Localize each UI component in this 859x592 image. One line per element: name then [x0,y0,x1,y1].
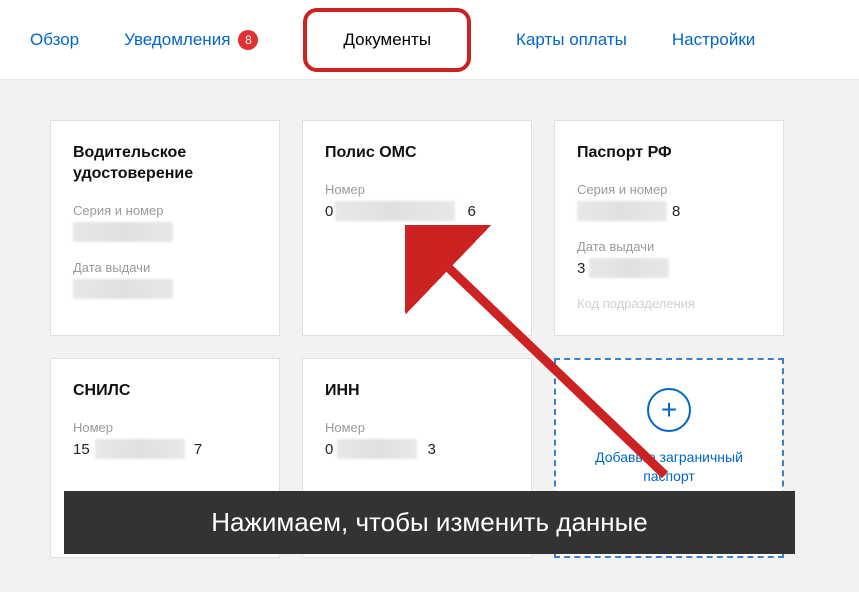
field-value: 0 3 [325,441,509,459]
card-title: ИНН [325,381,509,402]
field-value [73,224,257,242]
plus-icon: + [647,388,691,432]
card-inn[interactable]: ИНН Номер 0 3 [302,358,532,558]
blurred-value [73,222,173,242]
field-label: Номер [325,182,509,197]
tab-notifications-label: Уведомления [124,30,230,50]
field-label: Серия и номер [73,203,257,218]
field-label: Дата выдачи [577,239,761,254]
tab-documents[interactable]: Документы [303,8,471,72]
card-title: Водительское удостоверение [73,143,257,185]
blurred-value [589,258,669,278]
field-value: 3 [577,260,761,278]
field-label: Номер [325,420,509,435]
blurred-value [335,201,455,221]
tabs-nav: Обзор Уведомления 8 Документы Карты опла… [0,0,859,80]
field-label: Серия и номер [577,182,761,197]
card-title: Паспорт РФ [577,143,761,164]
value-end: 7 [194,441,202,458]
value-end: 6 [468,203,476,220]
card-oms[interactable]: Полис ОМС Номер 0 6 [302,120,532,336]
blurred-value [95,439,185,459]
field-value: 15 7 [73,441,257,459]
field-label: Номер [73,420,257,435]
field-value: 8 [577,203,761,221]
value-end: 3 [428,441,436,458]
field-label: Дата выдачи [73,260,257,275]
card-drivers-license[interactable]: Водительское удостоверение Серия и номер… [50,120,280,336]
field-label: Код подразделения [577,296,761,311]
tab-settings[interactable]: Настройки [672,30,755,50]
card-add-foreign-passport[interactable]: + Добавьте заграничный паспорт и эти дан… [554,358,784,558]
content-area: Водительское удостоверение Серия и номер… [0,80,859,592]
notifications-badge: 8 [238,30,258,50]
tab-payment-cards[interactable]: Карты оплаты [516,30,627,50]
card-snils[interactable]: СНИЛС Номер 15 7 [50,358,280,558]
value-start: 15 [73,441,90,458]
add-card-title: Добавьте заграничный паспорт [570,448,768,487]
value-end: 8 [672,203,680,220]
value-start: 3 [577,260,585,277]
tab-notifications[interactable]: Уведомления 8 [124,30,258,50]
card-title: СНИЛС [73,381,257,402]
tab-overview[interactable]: Обзор [30,30,79,50]
card-passport-rf[interactable]: Паспорт РФ Серия и номер 8 Дата выдачи 3… [554,120,784,336]
blurred-value [577,201,667,221]
documents-grid: Водительское удостоверение Серия и номер… [50,120,809,558]
value-start: 0 [325,441,333,458]
blurred-value [73,279,173,299]
field-value [73,281,257,299]
blurred-value [337,439,417,459]
add-card-subtitle: и эти данные будут [620,497,719,512]
field-value: 0 6 [325,203,509,221]
card-title: Полис ОМС [325,143,509,164]
value-start: 0 [325,203,333,220]
